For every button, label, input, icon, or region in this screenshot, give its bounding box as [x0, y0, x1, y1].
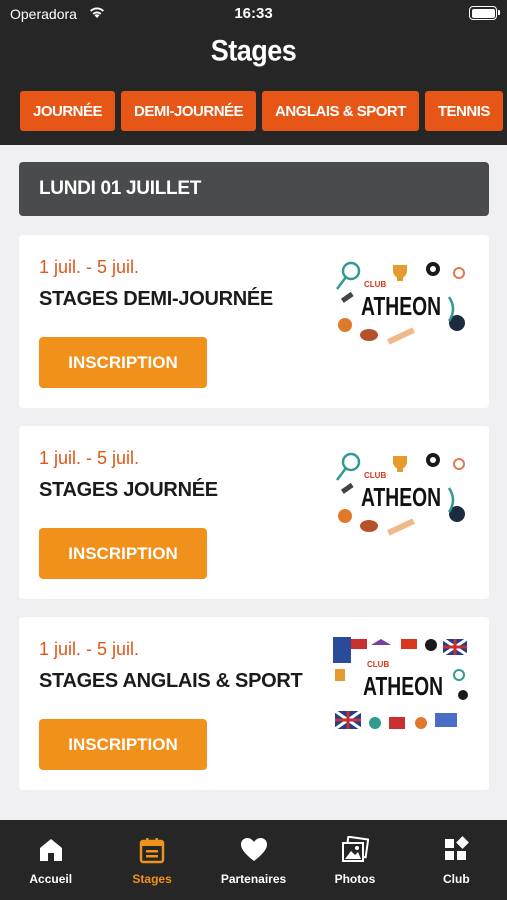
- inscription-button[interactable]: INSCRIPTION: [39, 528, 207, 579]
- club-icon: [445, 836, 470, 860]
- filter-tennis[interactable]: TENNIS: [424, 91, 503, 131]
- stage-card[interactable]: 1 juil. - 5 juil. STAGES JOURNÉE INSCRIP…: [19, 426, 489, 599]
- calendar-icon: [139, 838, 165, 864]
- tab-label: Club: [442, 872, 470, 886]
- heart-icon: [240, 838, 267, 861]
- atheon-logo-text: ATHEON: [363, 671, 443, 701]
- club-atheon-english-image: CLUB ATHEON: [331, 635, 471, 741]
- stage-card[interactable]: 1 juil. - 5 juil. STAGES DEMI-JOURNÉE IN…: [19, 235, 489, 408]
- day-header: LUNDI 01 JUILLET: [19, 162, 489, 216]
- filter-chips: JOURNÉE DEMI-JOURNÉE ANGLAIS & SPORT TEN…: [20, 91, 503, 131]
- inscription-button[interactable]: INSCRIPTION: [39, 337, 207, 388]
- stage-dates: 1 juil. - 5 juil.: [39, 257, 140, 277]
- tab-club[interactable]: Club: [406, 820, 507, 900]
- tab-photos[interactable]: Photos: [304, 820, 405, 900]
- club-atheon-image: CLUB ATHEON: [331, 255, 471, 357]
- tab-label: Partenaires: [220, 872, 287, 886]
- photos-icon: [341, 836, 369, 862]
- app-header: Operadora 16:33 Stages JOURNÉE DEMI-JOUR…: [0, 0, 507, 145]
- tab-label: Accueil: [29, 872, 73, 886]
- battery-icon: [469, 6, 500, 20]
- inscription-button[interactable]: INSCRIPTION: [39, 719, 207, 770]
- tab-partenaires[interactable]: Partenaires: [203, 820, 304, 900]
- atheon-logo-text: ATHEON: [361, 482, 441, 512]
- status-time: 16:33: [234, 5, 273, 22]
- tab-accueil[interactable]: Accueil: [0, 820, 101, 900]
- home-icon: [39, 839, 62, 861]
- stage-name: STAGES JOURNÉE: [39, 479, 218, 501]
- club-text: CLUB: [367, 660, 389, 669]
- club-text: CLUB: [364, 471, 386, 480]
- stage-dates: 1 juil. - 5 juil.: [39, 448, 140, 468]
- tab-label: Stages: [132, 872, 172, 886]
- stage-name: STAGES DEMI-JOURNÉE: [39, 288, 273, 310]
- filter-anglais-sport[interactable]: ANGLAIS & SPORT: [262, 91, 419, 131]
- page-title: Stages: [210, 34, 297, 68]
- club-atheon-image: CLUB ATHEON: [331, 446, 471, 548]
- stage-name: STAGES ANGLAIS & SPORT: [39, 670, 303, 692]
- stage-card[interactable]: 1 juil. - 5 juil. STAGES ANGLAIS & SPORT…: [19, 617, 489, 790]
- filter-demi-journee[interactable]: DEMI-JOURNÉE: [121, 91, 257, 131]
- stage-dates: 1 juil. - 5 juil.: [39, 639, 140, 659]
- tab-stages[interactable]: Stages: [101, 820, 202, 900]
- club-text: CLUB: [364, 280, 386, 289]
- atheon-logo-text: ATHEON: [361, 291, 441, 321]
- tab-label: Photos: [334, 872, 376, 886]
- status-bar: Operadora 16:33: [0, 0, 507, 28]
- filter-journee[interactable]: JOURNÉE: [20, 91, 116, 131]
- tab-bar: Accueil Stages Partenaires Photos Club: [0, 820, 507, 900]
